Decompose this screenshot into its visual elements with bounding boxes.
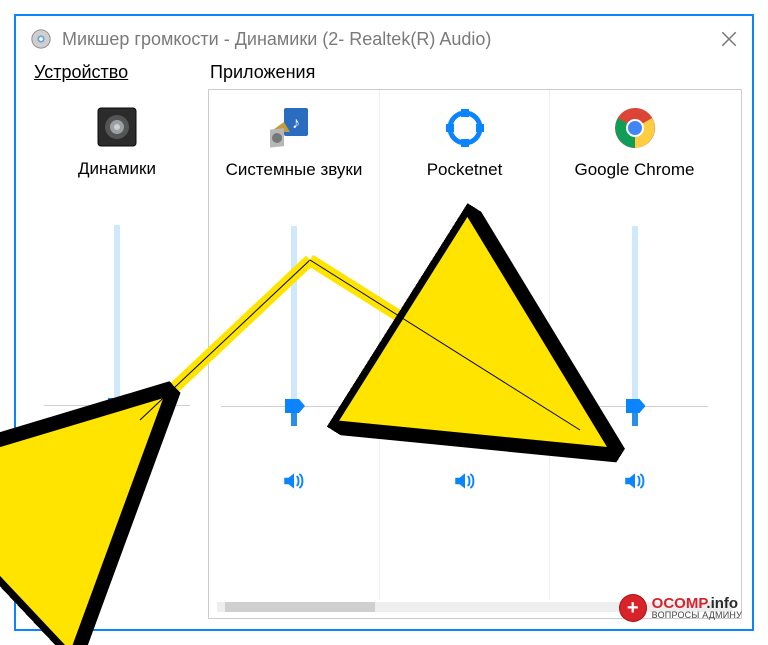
app-label: Pocketnet	[427, 160, 503, 180]
window-title: Микшер громкости - Динамики (2- Realtek(…	[62, 29, 491, 50]
app-icon-wrap[interactable]	[443, 98, 487, 158]
app-icon-wrap[interactable]: ♪	[266, 98, 322, 158]
device-channel: Динамики	[32, 89, 202, 493]
applications-box: ♪ Системные звуки	[208, 89, 742, 619]
app-mute-button[interactable]	[620, 468, 650, 494]
device-icon-wrap[interactable]	[94, 97, 140, 157]
device-mute-button[interactable]	[102, 467, 132, 493]
speaker-device-icon	[94, 104, 140, 150]
app-volume-slider[interactable]	[632, 226, 638, 426]
speaker-on-icon	[102, 467, 132, 493]
slider-thumb[interactable]	[456, 399, 476, 413]
close-icon	[720, 30, 738, 48]
slider-thumb[interactable]	[285, 399, 305, 413]
app-mute-button[interactable]	[279, 468, 309, 494]
device-label: Динамики	[78, 159, 156, 179]
speaker-on-icon	[450, 468, 480, 494]
pocketnet-icon	[443, 106, 487, 150]
close-button[interactable]	[720, 30, 738, 48]
app-channel-chrome: Google Chrome	[549, 90, 719, 600]
app-volume-slider[interactable]	[462, 226, 468, 426]
speaker-on-icon	[620, 468, 650, 494]
volume-mixer-window: Микшер громкости - Динамики (2- Realtek(…	[14, 14, 754, 631]
app-icon	[30, 28, 52, 50]
scrollbar-thumb[interactable]	[225, 602, 375, 612]
device-section: Устройство Динамики	[32, 62, 202, 619]
speaker-on-icon	[279, 468, 309, 494]
app-channel-pocketnet: Pocketnet	[379, 90, 549, 600]
app-label: Google Chrome	[574, 160, 694, 180]
app-channel-system-sounds: ♪ Системные звуки	[209, 90, 379, 600]
app-label: Системные звуки	[226, 160, 363, 180]
app-mute-button[interactable]	[450, 468, 480, 494]
system-sounds-icon: ♪	[266, 104, 322, 152]
applications-section-header: Приложения	[208, 62, 742, 83]
slider-thumb[interactable]	[626, 399, 646, 413]
apps-horizontal-scrollbar[interactable]	[217, 602, 733, 612]
app-volume-slider[interactable]	[291, 226, 297, 426]
device-section-header: Устройство	[32, 62, 202, 83]
slider-thumb[interactable]	[108, 398, 128, 412]
applications-section: Приложения ♪ Системные звуки	[208, 62, 742, 619]
titlebar: Микшер громкости - Динамики (2- Realtek(…	[16, 16, 752, 62]
app-icon-wrap[interactable]	[612, 98, 658, 158]
device-volume-slider[interactable]	[114, 225, 120, 425]
svg-text:♪: ♪	[292, 115, 300, 132]
chrome-icon	[612, 105, 658, 151]
